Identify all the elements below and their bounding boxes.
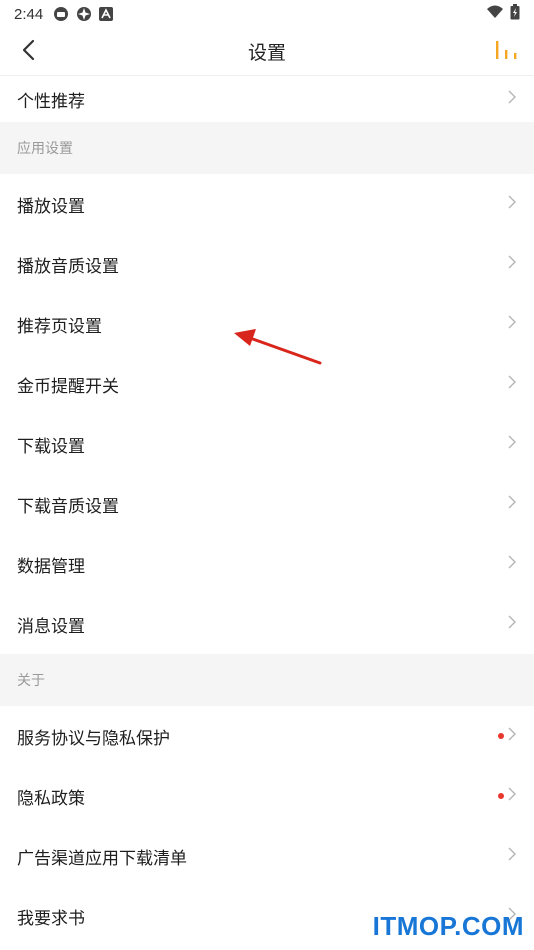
row-right (507, 846, 517, 866)
equalizer-icon (493, 39, 519, 65)
row-label: 推荐页设置 (17, 316, 102, 337)
chevron-right-icon (507, 554, 517, 574)
section-label: 关于 (17, 673, 45, 689)
unread-dot (498, 793, 504, 799)
wifi-icon (486, 5, 504, 23)
row-right (498, 786, 517, 806)
back-button[interactable] (10, 28, 46, 76)
settings-row-download-quality[interactable]: 下载音质设置 (0, 474, 534, 534)
settings-row-recommend-page[interactable]: 推荐页设置 (0, 294, 534, 354)
status-time: 2:44 (14, 5, 44, 23)
settings-row-playback-quality[interactable]: 播放音质设置 (0, 234, 534, 294)
settings-row-playback[interactable]: 播放设置 (0, 174, 534, 234)
row-label: 播放音质设置 (17, 256, 119, 277)
section-header-app-settings: 应用设置 (0, 122, 534, 174)
row-label: 我要求书 (17, 908, 85, 929)
row-right (507, 554, 517, 574)
chevron-right-icon (507, 726, 517, 746)
settings-row-service-agreement[interactable]: 服务协议与隐私保护 (0, 706, 534, 766)
row-label: 隐私政策 (17, 788, 85, 809)
settings-row-data-management[interactable]: 数据管理 (0, 534, 534, 594)
chevron-right-icon (507, 194, 517, 214)
nav-bar: 设置 (0, 28, 534, 76)
row-right (507, 434, 517, 454)
settings-row-ad-channel-list[interactable]: 广告渠道应用下载清单 (0, 826, 534, 886)
row-right (507, 254, 517, 274)
back-arrow-icon (21, 39, 35, 65)
row-label: 个性推荐 (17, 91, 85, 112)
chevron-right-icon (507, 434, 517, 454)
a-icon (99, 7, 114, 21)
settings-row-message[interactable]: 消息设置 (0, 594, 534, 654)
status-right (486, 4, 520, 24)
row-right (498, 726, 517, 746)
chevron-right-icon (507, 374, 517, 394)
row-right (507, 494, 517, 514)
status-bar: 2:44 (0, 0, 534, 28)
watermark-logo: ITMOP.COM (372, 911, 524, 941)
row-label: 下载音质设置 (17, 496, 119, 517)
row-label: 播放设置 (17, 196, 85, 217)
row-right (507, 614, 517, 634)
row-label: 下载设置 (17, 436, 85, 457)
chevron-right-icon (507, 314, 517, 334)
row-right (507, 374, 517, 394)
section-header-about: 关于 (0, 654, 534, 706)
shield-icon (53, 6, 69, 22)
settings-row-privacy-policy[interactable]: 隐私政策 (0, 766, 534, 826)
row-label: 广告渠道应用下载清单 (17, 848, 187, 869)
row-right (507, 194, 517, 214)
page-title: 设置 (247, 42, 286, 64)
battery-icon (510, 4, 520, 24)
row-right (507, 89, 517, 109)
now-playing-button[interactable] (488, 28, 524, 76)
settings-row-personal-recommend[interactable]: 个性推荐 (0, 76, 534, 122)
row-right (507, 314, 517, 334)
chevron-right-icon (507, 494, 517, 514)
chevron-right-icon (507, 614, 517, 634)
chevron-right-icon (507, 254, 517, 274)
settings-row-download[interactable]: 下载设置 (0, 414, 534, 474)
row-label: 服务协议与隐私保护 (17, 728, 170, 749)
settings-row-coin-reminder[interactable]: 金币提醒开关 (0, 354, 534, 414)
chevron-right-icon (507, 89, 517, 109)
row-label: 数据管理 (17, 556, 85, 577)
row-label: 金币提醒开关 (17, 376, 119, 397)
pinwheel-icon (76, 6, 92, 22)
row-label: 消息设置 (17, 616, 85, 637)
unread-dot (498, 733, 504, 739)
chevron-right-icon (507, 846, 517, 866)
chevron-right-icon (507, 786, 517, 806)
section-label: 应用设置 (17, 141, 73, 157)
